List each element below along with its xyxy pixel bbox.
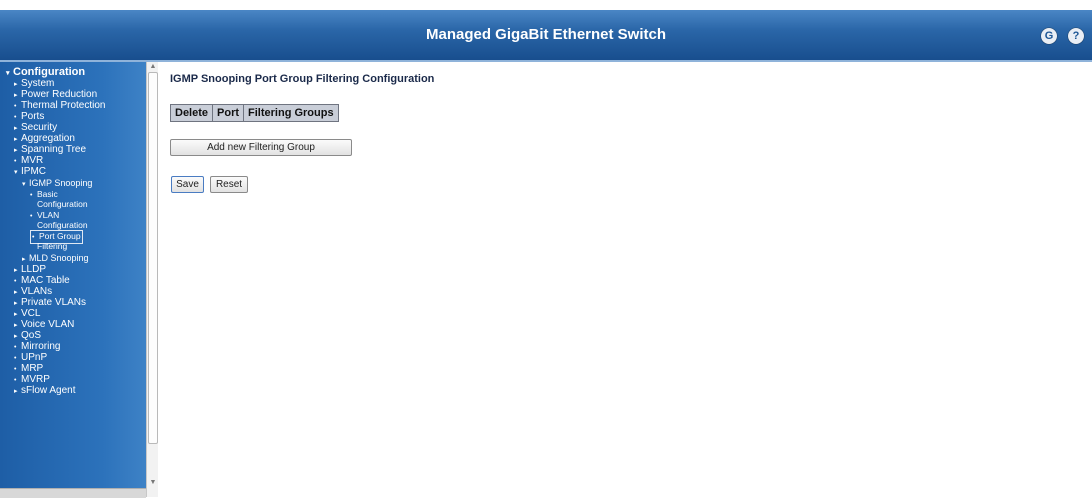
window-top-edge xyxy=(0,0,1092,10)
column-header-port: Port xyxy=(212,104,245,122)
header-title: Managed GigaBit Ethernet Switch xyxy=(425,26,667,43)
sidebar-item-port-group-filtering-line2[interactable]: Filtering xyxy=(37,241,67,251)
help-icon[interactable]: ? xyxy=(1068,28,1084,44)
header-bar: Managed GigaBit Ethernet Switch G ? xyxy=(0,10,1092,62)
logout-icon[interactable]: G xyxy=(1041,28,1057,44)
sidebar-item-sflow-agent[interactable]: ▸ sFlow Agent xyxy=(14,385,75,397)
scrollbar-thumb[interactable] xyxy=(148,72,158,444)
reset-button[interactable]: Reset xyxy=(210,176,248,193)
scroll-down-arrow-icon[interactable]: ▼ xyxy=(149,479,157,487)
sidebar-scrollbar[interactable]: ▲ ▼ xyxy=(146,62,158,497)
sidebar-item-ipmc[interactable]: ▾ IPMC xyxy=(14,166,46,178)
page-title: IGMP Snooping Port Group Filtering Confi… xyxy=(170,73,435,85)
sidebar-item-vlan-configuration-line2[interactable]: Configuration xyxy=(37,220,88,230)
filtering-groups-table: Delete Port Filtering Groups xyxy=(169,104,339,122)
scroll-up-arrow-icon[interactable]: ▲ xyxy=(149,63,157,71)
column-header-filtering-groups: Filtering Groups xyxy=(243,104,339,122)
save-button[interactable]: Save xyxy=(171,176,204,193)
add-filtering-group-button[interactable]: Add new Filtering Group xyxy=(170,139,352,156)
table-header-row: Delete Port Filtering Groups xyxy=(169,104,339,122)
column-header-delete: Delete xyxy=(169,104,214,122)
sidebar-item-basic-configuration-line2[interactable]: Configuration xyxy=(37,199,88,209)
